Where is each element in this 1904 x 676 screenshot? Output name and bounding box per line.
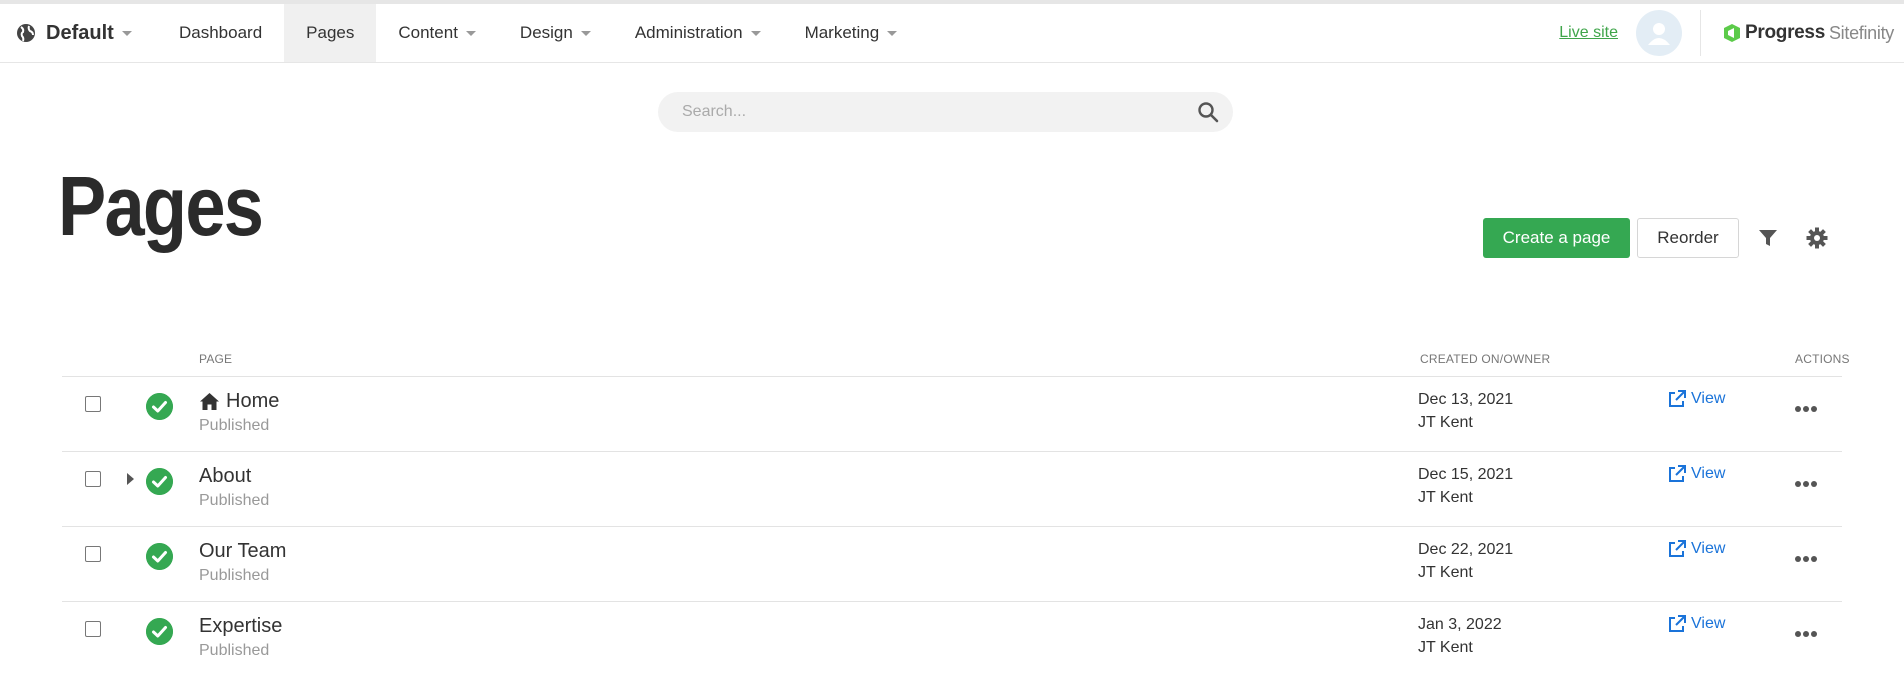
view-link[interactable]: View bbox=[1667, 389, 1725, 409]
nav-administration[interactable]: Administration bbox=[613, 4, 783, 62]
chevron-down-icon bbox=[465, 30, 476, 36]
row-checkbox[interactable] bbox=[85, 396, 101, 412]
page-name-link[interactable]: Our Team bbox=[199, 540, 286, 563]
table-row: Home Published Dec 13, 2021 JT Kent View bbox=[62, 376, 1842, 451]
more-icon[interactable] bbox=[1794, 630, 1818, 638]
view-label: View bbox=[1691, 615, 1726, 632]
search-bar bbox=[658, 92, 1233, 132]
create-page-button[interactable]: Create a page bbox=[1483, 218, 1630, 258]
external-link-icon bbox=[1669, 390, 1686, 407]
column-header-page[interactable]: PAGE bbox=[199, 352, 232, 366]
more-icon[interactable] bbox=[1794, 480, 1818, 488]
nav-label: Content bbox=[398, 23, 458, 42]
more-icon[interactable] bbox=[1794, 555, 1818, 563]
external-link-icon bbox=[1669, 615, 1686, 632]
owner-name: JT Kent bbox=[1418, 639, 1473, 656]
external-link-icon bbox=[1669, 540, 1686, 557]
owner-name: JT Kent bbox=[1418, 414, 1473, 431]
page-title-cell: Expertise bbox=[199, 615, 282, 638]
page-name-link[interactable]: Expertise bbox=[199, 615, 282, 638]
nav-label: Administration bbox=[634, 23, 743, 42]
user-avatar[interactable] bbox=[1635, 10, 1682, 56]
row-checkbox[interactable] bbox=[85, 621, 101, 637]
view-link[interactable]: View bbox=[1667, 464, 1725, 484]
chevron-down-icon bbox=[121, 30, 132, 36]
brand-sitefinity: Sitefinity bbox=[1828, 22, 1894, 43]
page-status: Published bbox=[199, 642, 270, 659]
owner-name: JT Kent bbox=[1418, 489, 1473, 506]
search-input[interactable] bbox=[658, 92, 1158, 132]
owner-name: JT Kent bbox=[1418, 564, 1473, 581]
page-title-cell: Home bbox=[199, 390, 279, 413]
site-selector[interactable]: Default bbox=[0, 4, 157, 62]
created-date: Dec 13, 2021 bbox=[1418, 391, 1514, 408]
view-link[interactable]: View bbox=[1667, 539, 1725, 559]
view-label: View bbox=[1691, 465, 1726, 482]
table-row: Our Team Published Dec 22, 2021 JT Kent … bbox=[62, 526, 1842, 601]
created-date: Dec 15, 2021 bbox=[1418, 466, 1514, 483]
live-site-link[interactable]: Live site bbox=[1559, 4, 1636, 62]
page-title: Pages bbox=[58, 159, 264, 253]
page-name-link[interactable]: Home bbox=[226, 390, 279, 413]
column-header-created[interactable]: CREATED ON/OWNER bbox=[1420, 352, 1550, 366]
nav-label: Marketing bbox=[804, 23, 880, 42]
nav-dashboard[interactable]: Dashboard bbox=[157, 4, 284, 62]
avatar-icon bbox=[1647, 23, 1670, 45]
chevron-down-icon bbox=[750, 30, 761, 36]
home-icon bbox=[200, 393, 219, 410]
external-link-icon bbox=[1669, 465, 1686, 482]
chevron-down-icon bbox=[580, 30, 591, 36]
nav-label: Pages bbox=[306, 23, 355, 42]
filter-icon[interactable] bbox=[1756, 226, 1780, 250]
status-published-icon bbox=[146, 543, 173, 570]
brand-logo: Progress Sitefinity bbox=[1701, 4, 1904, 62]
brand-progress: Progress bbox=[1744, 22, 1825, 43]
nav-label: Design bbox=[519, 23, 573, 42]
table-row: About Published Dec 15, 2021 JT Kent Vie… bbox=[62, 451, 1842, 526]
status-published-icon bbox=[146, 618, 173, 645]
page-title-cell: Our Team bbox=[199, 540, 286, 563]
nav-design[interactable]: Design bbox=[498, 4, 613, 62]
page-title-cell: About bbox=[199, 465, 251, 488]
view-label: View bbox=[1691, 540, 1726, 557]
page-status: Published bbox=[199, 492, 270, 509]
page-status: Published bbox=[199, 417, 270, 434]
more-icon[interactable] bbox=[1794, 405, 1818, 413]
chevron-down-icon bbox=[887, 30, 898, 36]
brand-logo-icon bbox=[1723, 24, 1740, 42]
row-checkbox[interactable] bbox=[85, 471, 101, 487]
created-date: Dec 22, 2021 bbox=[1418, 541, 1514, 558]
table-row: Expertise Published Jan 3, 2022 JT Kent … bbox=[62, 601, 1842, 676]
status-published-icon bbox=[146, 468, 173, 495]
nav-marketing[interactable]: Marketing bbox=[783, 4, 920, 62]
page-name-link[interactable]: About bbox=[199, 465, 251, 488]
top-navigation: Default Dashboard Pages Content Design A… bbox=[0, 0, 1904, 63]
search-icon[interactable] bbox=[1197, 101, 1219, 123]
nav-content[interactable]: Content bbox=[376, 4, 498, 62]
view-label: View bbox=[1691, 390, 1726, 407]
status-published-icon bbox=[146, 393, 173, 420]
gear-icon[interactable] bbox=[1805, 226, 1829, 250]
row-checkbox[interactable] bbox=[85, 546, 101, 562]
view-link[interactable]: View bbox=[1667, 614, 1725, 634]
nav-label: Dashboard bbox=[179, 23, 263, 42]
nav-pages[interactable]: Pages bbox=[284, 4, 377, 62]
created-date: Jan 3, 2022 bbox=[1418, 616, 1502, 633]
globe-icon bbox=[17, 24, 35, 42]
expand-arrow-icon[interactable] bbox=[127, 473, 134, 485]
reorder-button[interactable]: Reorder bbox=[1637, 218, 1739, 258]
page-status: Published bbox=[199, 567, 270, 584]
column-header-actions: ACTIONS bbox=[1795, 352, 1850, 366]
site-name: Default bbox=[46, 21, 114, 44]
